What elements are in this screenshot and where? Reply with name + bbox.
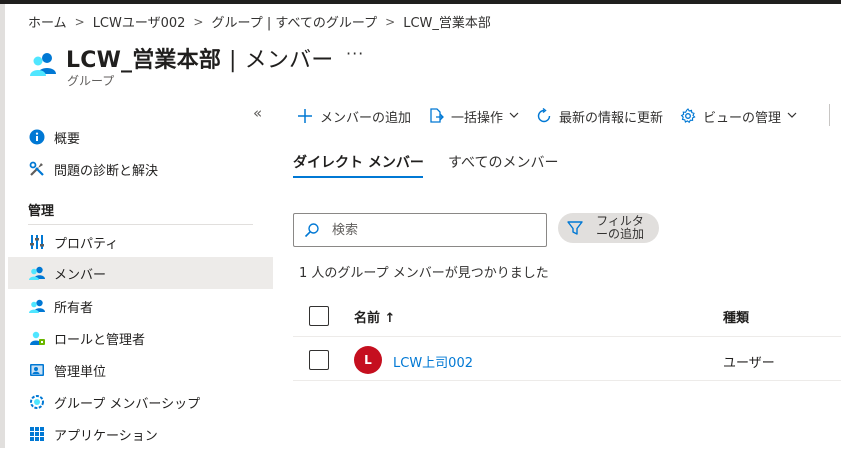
add-filter-label-line2: ーの追加 — [595, 227, 644, 241]
group-people-icon — [28, 50, 58, 78]
header-divider — [293, 336, 841, 337]
add-filter-label-line1: フィルタ — [596, 214, 644, 228]
member-type: ユーザー — [723, 356, 775, 371]
sidebar-item-applications[interactable]: アプリケーション — [8, 418, 273, 450]
member-name-link[interactable]: LCW上司002 — [393, 352, 473, 371]
sidebar-item-overview[interactable]: 概要 — [8, 121, 273, 153]
bulk-operations-button[interactable]: 一括操作 — [427, 107, 519, 126]
sidebar-item-label: グループ メンバーシップ — [54, 396, 201, 412]
breadcrumb: ホーム > LCWユーザ002 > グループ | すべてのグループ > LCW_… — [28, 12, 491, 32]
sidebar-item-admin-units[interactable]: 管理単位 — [8, 354, 273, 386]
row-divider — [293, 380, 841, 381]
bulk-operations-label: 一括操作 — [451, 110, 504, 126]
breadcrumb-home[interactable]: ホーム — [28, 12, 67, 31]
page-subtitle: グループ — [67, 74, 115, 88]
search-input[interactable] — [330, 221, 534, 239]
breadcrumb-separator: > — [74, 14, 85, 29]
active-tab-indicator — [293, 176, 423, 178]
section-name: メンバー — [244, 48, 334, 73]
applications-icon — [28, 425, 46, 443]
sidebar-item-diagnose[interactable]: 問題の診断と解決 — [8, 153, 273, 185]
sidebar-item-properties[interactable]: プロパティ — [8, 226, 273, 258]
bulk-document-icon — [427, 107, 445, 125]
manage-view-button[interactable]: ビューの管理 — [679, 107, 797, 126]
tools-icon — [28, 160, 46, 178]
refresh-button[interactable]: 最新の情報に更新 — [535, 107, 663, 126]
sidebar-item-label: メンバー — [54, 267, 107, 283]
breadcrumb-all-groups[interactable]: グループ | すべてのグループ — [211, 12, 377, 31]
breadcrumb-user[interactable]: LCWユーザ002 — [93, 12, 186, 31]
command-bar: メンバーの追加 一括操作 最新の情報に更新 ビューの管理 — [296, 102, 813, 130]
sidebar-item-label: 管理単位 — [54, 364, 107, 380]
add-filter-button[interactable]: フィルタ ーの追加 — [558, 213, 659, 243]
roles-icon — [28, 329, 46, 347]
sidebar-item-members[interactable]: メンバー — [8, 257, 273, 289]
breadcrumb-separator: > — [193, 14, 204, 29]
owners-icon — [28, 297, 46, 315]
avatar: L — [354, 346, 382, 374]
sidebar-item-label: 概要 — [54, 131, 81, 147]
row-checkbox[interactable] — [309, 350, 329, 370]
select-all-checkbox[interactable] — [309, 306, 329, 326]
properties-icon — [28, 233, 46, 251]
sidebar-item-label: ロールと管理者 — [54, 332, 146, 348]
info-icon — [28, 128, 46, 146]
tab-all-members[interactable]: すべてのメンバー — [448, 152, 558, 172]
collapse-sidebar-button[interactable]: « — [253, 104, 262, 122]
refresh-icon — [535, 107, 553, 125]
chevron-down-icon — [787, 109, 797, 124]
add-member-label: メンバーの追加 — [320, 110, 412, 126]
sidebar-item-owners[interactable]: 所有者 — [8, 290, 273, 322]
sidebar-item-label: 所有者 — [54, 300, 94, 316]
group-name: LCW_営業本部 — [66, 48, 222, 73]
group-membership-icon — [28, 393, 46, 411]
gear-icon — [679, 107, 697, 125]
admin-units-icon — [28, 361, 46, 379]
section-title-manage: 管理 — [28, 204, 55, 219]
plus-icon — [296, 107, 314, 125]
search-icon — [304, 222, 320, 238]
tab-direct-members[interactable]: ダイレクト メンバー — [293, 152, 424, 172]
members-icon — [28, 264, 46, 282]
top-dark-bar — [0, 0, 841, 4]
add-filter-label: フィルタ ーの追加 — [590, 215, 650, 241]
manage-view-label: ビューの管理 — [703, 110, 782, 126]
column-header-type[interactable]: 種類 — [723, 307, 749, 326]
breadcrumb-separator: > — [385, 14, 396, 29]
title-separator: | — [229, 48, 237, 73]
more-options-button[interactable]: ··· — [346, 44, 364, 63]
search-box — [293, 213, 547, 247]
add-member-button[interactable]: メンバーの追加 — [296, 107, 411, 126]
breadcrumb-group[interactable]: LCW_営業本部 — [403, 12, 491, 31]
left-edge-strip — [0, 4, 5, 448]
sidebar-item-roles[interactable]: ロールと管理者 — [8, 322, 273, 354]
toolbar-divider — [829, 104, 830, 126]
sidebar-item-label: アプリケーション — [54, 428, 158, 444]
sidebar-item-label: プロパティ — [54, 236, 119, 252]
column-header-name[interactable]: 名前 ↑ — [354, 307, 395, 326]
chevron-down-icon — [509, 109, 519, 124]
sidebar-item-label: 問題の診断と解決 — [54, 163, 159, 179]
refresh-label: 最新の情報に更新 — [559, 110, 664, 126]
sidebar-item-group-membership[interactable]: グループ メンバーシップ — [8, 386, 273, 418]
page-title: LCW_営業本部 | メンバー — [66, 42, 333, 74]
result-count: 1 人のグループ メンバーが見つかりました — [299, 266, 549, 281]
filter-icon — [566, 219, 584, 237]
section-divider — [28, 224, 253, 225]
